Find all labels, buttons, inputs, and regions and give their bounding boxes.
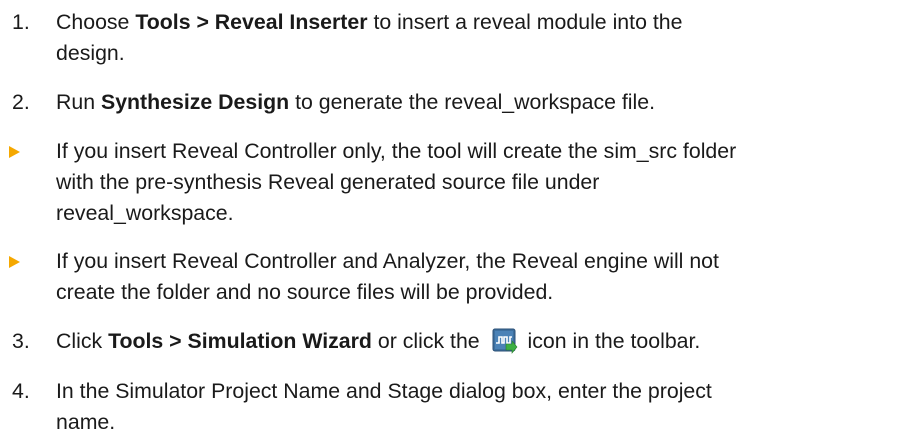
- step-1-line-1: Choose Tools > Reveal Inserter to insert…: [56, 10, 683, 34]
- step-number: 2.: [12, 90, 30, 114]
- simulation-wizard-icon: [492, 328, 518, 354]
- step-3-line-1: Click Tools > Simulation Wizard or click…: [56, 328, 701, 354]
- step-1-line-2: design.: [56, 41, 125, 65]
- step-4-line-1: In the Simulator Project Name and Stage …: [56, 379, 712, 403]
- bullet-1-line-2: with the pre-synthesis Reveal generated …: [56, 170, 600, 194]
- bullet-2-line-1: If you insert Reveal Controller and Anal…: [56, 249, 719, 273]
- bullet-2-line-2: create the folder and no source files wi…: [56, 280, 554, 304]
- menu-path: Tools > Reveal Inserter: [135, 10, 368, 34]
- step-number: 3.: [12, 329, 30, 353]
- bullet-item-2: If you insert Reveal Controller and Anal…: [9, 246, 897, 308]
- step-number: 4.: [12, 379, 30, 403]
- step-2-line-1: Run Synthesize Design to generate the re…: [56, 90, 655, 114]
- step-3: 3. Click Tools > Simulation Wizard or cl…: [12, 326, 897, 357]
- command-name: Synthesize Design: [101, 90, 290, 114]
- triangle-bullet-icon: [9, 146, 20, 158]
- bullet-1-line-1: If you insert Reveal Controller only, th…: [56, 139, 737, 163]
- step-4-line-2: name.: [56, 410, 116, 434]
- step-2: 2. Run Synthesize Design to generate the…: [12, 87, 897, 118]
- bullet-1-line-3: reveal_workspace.: [56, 201, 234, 225]
- triangle-bullet-icon: [9, 256, 20, 268]
- step-number: 1.: [12, 10, 30, 34]
- step-4: 4. In the Simulator Project Name and Sta…: [12, 376, 897, 438]
- bullet-item-1: If you insert Reveal Controller only, th…: [9, 136, 897, 229]
- step-1: 1. Choose Tools > Reveal Inserter to ins…: [12, 7, 897, 69]
- menu-path: Tools > Simulation Wizard: [108, 329, 372, 353]
